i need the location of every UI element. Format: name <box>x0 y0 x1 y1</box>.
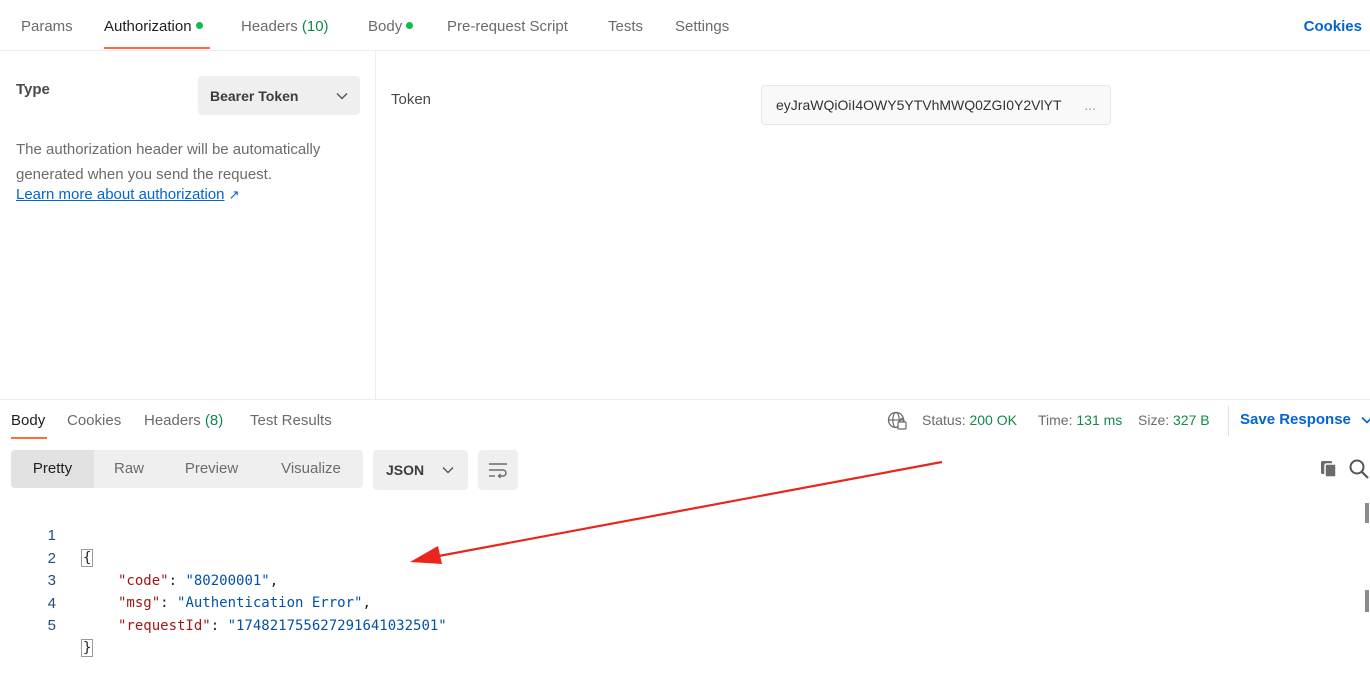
tab-body-label: Body <box>368 18 403 35</box>
response-tab-cookies[interactable]: Cookies <box>67 412 121 429</box>
json-comma: , <box>269 573 279 589</box>
tab-headers[interactable]: Headers (10) <box>241 18 329 35</box>
chevron-down-icon <box>1361 416 1370 424</box>
json-key: "msg" <box>118 595 161 611</box>
open-brace: { <box>81 549 94 567</box>
time-readout[interactable]: Time: 131 ms <box>1038 412 1122 428</box>
response-tab-test-results[interactable]: Test Results <box>250 412 332 429</box>
status-value: 200 OK <box>969 412 1017 428</box>
response-tab-body[interactable]: Body <box>11 412 45 429</box>
token-value: eyJraWQiOiI4OWY5YTVhMWQ0ZGI0Y2VlYT <box>776 97 1062 113</box>
code-line: 4 "requestId": "174821755627291641032501… <box>0 571 447 634</box>
token-input[interactable]: eyJraWQiOiI4OWY5YTVhMWQ0ZGI0Y2VlYT ... <box>761 85 1111 125</box>
json-comma: , <box>362 595 371 611</box>
external-link-icon: ↗ <box>228 187 240 202</box>
json-value: "174821755627291641032501" <box>227 618 447 634</box>
scrollbar-marker[interactable] <box>1365 503 1369 523</box>
line-number: 5 <box>47 617 56 634</box>
format-select[interactable]: JSON <box>373 450 468 490</box>
response-active-tab-underline <box>11 437 47 439</box>
tab-headers-count: (10) <box>301 18 329 35</box>
size-value: 327 B <box>1173 412 1210 428</box>
code-line: 5 } <box>0 593 94 657</box>
view-mode-segmented-control: Pretty Raw Preview Visualize <box>11 450 363 488</box>
code-line: 2 "code": "80200001", <box>0 526 279 589</box>
learn-more-label: Learn more about authorization <box>16 186 225 203</box>
scrollbar-marker[interactable] <box>1365 590 1369 612</box>
time-label: Time: <box>1038 412 1073 428</box>
time-value: 131 ms <box>1076 412 1123 428</box>
tab-settings-label: Settings <box>675 18 730 35</box>
copy-icon[interactable] <box>1318 458 1340 480</box>
size-label: Size: <box>1138 412 1170 428</box>
tab-tests[interactable]: Tests <box>608 18 643 35</box>
active-indicator-dot <box>406 22 414 29</box>
chevron-down-icon <box>442 466 454 474</box>
auth-type-value: Bearer Token <box>210 87 299 104</box>
response-tab-test-results-label: Test Results <box>250 412 332 429</box>
view-mode-visualize[interactable]: Visualize <box>259 450 363 488</box>
divider <box>1228 406 1229 436</box>
response-tab-headers-label: Headers <box>144 412 201 429</box>
json-value: "80200001" <box>185 573 270 589</box>
token-ellipsis: ... <box>1084 97 1096 113</box>
code-line: 3 "msg": "Authentication Error", <box>0 548 371 611</box>
tab-pre-request-label: Pre-request Script <box>447 18 568 35</box>
json-key: "code" <box>118 573 169 589</box>
tab-headers-label: Headers <box>241 18 298 35</box>
request-tab-bar: Params Authorization Headers (10) Body P… <box>0 0 1370 51</box>
active-indicator-dot <box>195 22 203 29</box>
cookies-link[interactable]: Cookies <box>1304 18 1362 35</box>
response-headers-count: (8) <box>204 412 224 429</box>
save-response-label: Save Response <box>1240 411 1351 428</box>
status-label: Status: <box>922 412 966 428</box>
tab-tests-label: Tests <box>608 18 644 35</box>
response-tab-body-label: Body <box>11 412 46 429</box>
view-mode-raw[interactable]: Raw <box>94 450 164 488</box>
tab-params-label: Params <box>21 18 73 35</box>
wrap-lines-icon <box>489 463 507 478</box>
json-value: "Authentication Error" <box>177 595 363 611</box>
size-readout[interactable]: Size: 327 B <box>1138 412 1210 428</box>
tab-pre-request-script[interactable]: Pre-request Script <box>447 18 568 35</box>
wrap-lines-button[interactable] <box>478 450 518 490</box>
view-mode-preview[interactable]: Preview <box>164 450 259 488</box>
tab-params[interactable]: Params <box>21 18 73 35</box>
close-brace: } <box>81 639 94 657</box>
format-value: JSON <box>386 462 425 478</box>
tab-authorization-label: Authorization <box>104 18 192 35</box>
chevron-down-icon <box>336 92 348 100</box>
code-line: 1 { <box>0 503 94 567</box>
token-label: Token <box>391 91 432 108</box>
active-tab-underline <box>104 47 210 49</box>
response-tab-headers[interactable]: Headers (8) <box>144 412 223 429</box>
json-key: "requestId" <box>118 618 211 634</box>
learn-more-authorization-link[interactable]: Learn more about authorization ↗ <box>16 186 240 203</box>
response-tab-cookies-label: Cookies <box>67 412 122 429</box>
save-response-button[interactable]: Save Response <box>1240 411 1370 428</box>
auth-type-label: Type <box>16 81 50 98</box>
auth-type-select[interactable]: Bearer Token <box>198 76 360 115</box>
tab-authorization[interactable]: Authorization <box>104 18 203 35</box>
globe-network-icon[interactable] <box>886 410 908 432</box>
status-readout[interactable]: Status: 200 OK <box>922 412 1017 428</box>
auth-description: The authorization header will be automat… <box>16 141 321 183</box>
view-mode-pretty[interactable]: Pretty <box>11 450 94 488</box>
tab-settings[interactable]: Settings <box>675 18 729 35</box>
tab-body[interactable]: Body <box>368 18 414 35</box>
search-icon[interactable] <box>1348 458 1370 480</box>
